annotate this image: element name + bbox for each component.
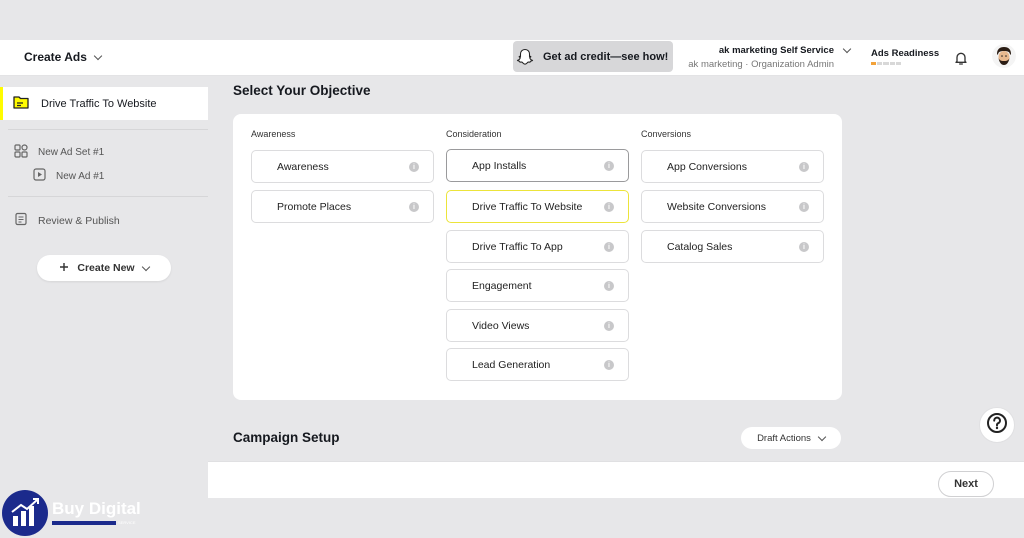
info-icon[interactable]: i: [799, 242, 809, 252]
objective-video-views[interactable]: Video Views i: [446, 309, 629, 342]
objective-label: Lead Generation: [472, 358, 551, 371]
chevron-down-icon: [842, 44, 852, 54]
sidebar-item-label: Review & Publish: [38, 214, 120, 227]
objective-label: Video Views: [472, 319, 530, 332]
info-icon[interactable]: i: [409, 162, 419, 172]
account-role: ak marketing · Organization Admin: [688, 59, 834, 70]
create-ads-label: Create Ads: [24, 50, 87, 64]
sidebar-divider: [8, 129, 208, 130]
campaign-setup-title: Campaign Setup: [233, 430, 340, 445]
create-ads-menu[interactable]: Create Ads: [24, 50, 103, 64]
objective-card: Awareness Consideration Conversions Awar…: [233, 114, 842, 400]
chevron-down-icon: [817, 432, 827, 441]
sidebar: Drive Traffic To Website New Ad Set #1 N…: [0, 77, 208, 538]
notification-bell-icon[interactable]: [953, 50, 969, 66]
watermark: Buy Digital SERVICE: [0, 488, 150, 538]
ad-play-icon: [33, 168, 46, 184]
sidebar-item-label: New Ad Set #1: [38, 147, 105, 158]
sidebar-item-label: New Ad #1: [56, 170, 105, 182]
user-avatar[interactable]: [992, 44, 1016, 68]
snapchat-ghost-icon: [513, 45, 537, 69]
objective-label: Website Conversions: [667, 200, 767, 213]
top-strip: [0, 0, 1024, 40]
info-icon[interactable]: i: [604, 202, 614, 212]
help-button[interactable]: [979, 407, 1015, 443]
objective-label: Catalog Sales: [667, 240, 733, 253]
objective-label: Engagement: [472, 279, 532, 292]
draft-actions-label: Draft Actions: [757, 432, 811, 444]
objective-drive-traffic-to-app[interactable]: Drive Traffic To App i: [446, 230, 629, 263]
info-icon[interactable]: i: [604, 242, 614, 252]
watermark-text: Buy Digital: [52, 499, 141, 518]
objective-app-conversions[interactable]: App Conversions i: [641, 150, 824, 183]
create-new-label: Create New: [77, 262, 135, 274]
info-icon[interactable]: i: [409, 202, 419, 212]
objective-label: Promote Places: [277, 200, 352, 213]
objective-drive-traffic-to-website[interactable]: Drive Traffic To Website i: [446, 190, 629, 223]
column-heading-awareness: Awareness: [251, 129, 296, 139]
info-icon[interactable]: i: [604, 360, 614, 370]
column-heading-consideration: Consideration: [446, 129, 502, 139]
objective-label: Awareness: [277, 160, 329, 173]
sidebar-item-campaign[interactable]: Drive Traffic To Website: [0, 87, 208, 120]
info-icon[interactable]: i: [604, 281, 614, 291]
objective-label: Drive Traffic To Website: [472, 200, 583, 213]
top-header: Create Ads Get ad credit—see how! ak mar…: [0, 40, 1024, 76]
footer-bar: Next: [208, 461, 1024, 498]
objective-lead-generation[interactable]: Lead Generation i: [446, 348, 629, 381]
folder-icon: [13, 95, 29, 112]
objective-website-conversions[interactable]: Website Conversions i: [641, 190, 824, 223]
objective-catalog-sales[interactable]: Catalog Sales i: [641, 230, 824, 263]
watermark-subtext: SERVICE: [118, 520, 136, 525]
sidebar-item-label: Drive Traffic To Website: [41, 97, 157, 110]
main-content: Select Your Objective Awareness Consider…: [208, 77, 1024, 461]
objective-app-installs[interactable]: App Installs i: [446, 149, 629, 182]
objective-label: App Installs: [472, 159, 527, 172]
ads-readiness-label[interactable]: Ads Readiness: [871, 48, 939, 59]
ad-credit-text: Get ad credit—see how!: [543, 50, 669, 63]
chevron-down-icon: [141, 262, 150, 271]
watermark-underline: [52, 521, 116, 525]
watermark-logo: [2, 490, 48, 536]
chevron-down-icon: [93, 51, 103, 60]
column-heading-conversions: Conversions: [641, 129, 692, 139]
sidebar-divider: [8, 196, 208, 197]
sidebar-item-ad-set[interactable]: New Ad Set #1: [14, 144, 104, 161]
ad-set-grid-icon: [14, 144, 28, 161]
ads-readiness-bar: [871, 62, 902, 65]
objective-promote-places[interactable]: Promote Places i: [251, 190, 434, 223]
objective-awareness[interactable]: Awareness i: [251, 150, 434, 183]
info-icon[interactable]: i: [799, 162, 809, 172]
sidebar-item-review[interactable]: Review & Publish: [14, 212, 120, 229]
objective-label: App Conversions: [667, 160, 747, 173]
clipboard-icon: [14, 212, 28, 229]
account-name: ak marketing Self Service: [718, 45, 834, 56]
info-icon[interactable]: i: [604, 321, 614, 331]
page-title: Select Your Objective: [233, 83, 371, 98]
sidebar-item-ad[interactable]: New Ad #1: [33, 168, 104, 184]
plus-icon: [59, 262, 69, 275]
info-icon[interactable]: i: [799, 202, 809, 212]
info-icon[interactable]: i: [604, 161, 614, 171]
draft-actions-button[interactable]: Draft Actions: [741, 427, 841, 449]
create-new-button[interactable]: Create New: [37, 255, 171, 281]
next-button[interactable]: Next: [938, 471, 994, 497]
help-question-icon: [986, 412, 1008, 439]
objective-label: Drive Traffic To App: [472, 240, 563, 253]
ad-credit-banner[interactable]: Get ad credit—see how!: [513, 41, 673, 72]
objective-engagement[interactable]: Engagement i: [446, 269, 629, 302]
